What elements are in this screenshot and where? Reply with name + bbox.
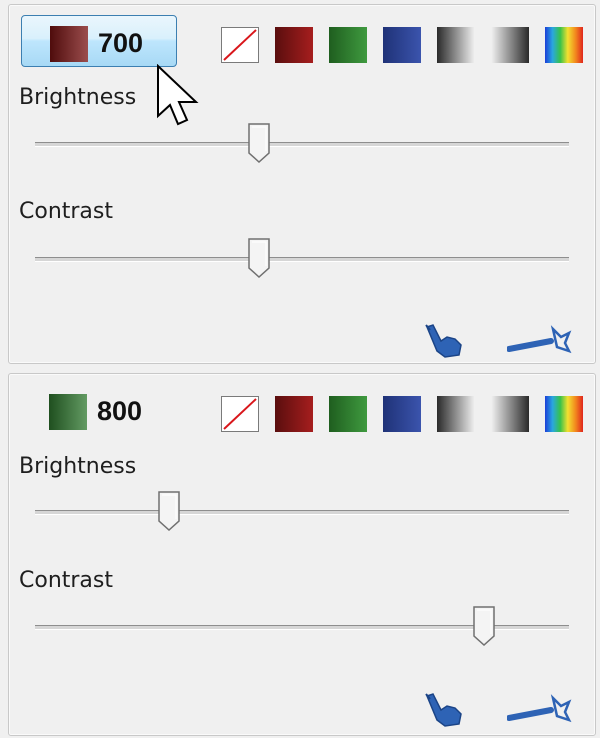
colormap-gray-reverse[interactable] xyxy=(491,396,529,432)
brightness-slider-thumb[interactable] xyxy=(248,123,271,163)
line-arrow-icon[interactable] xyxy=(507,694,573,724)
colormap-none[interactable] xyxy=(221,396,259,432)
channel-selector-button[interactable]: 700 xyxy=(21,15,177,67)
colormap-gray-reverse[interactable] xyxy=(491,27,529,63)
colormap-green[interactable] xyxy=(329,396,367,432)
brightness-slider-track[interactable] xyxy=(35,142,569,147)
brightness-slider-thumb[interactable] xyxy=(157,491,180,531)
brightness-label: Brightness xyxy=(19,85,137,110)
colormap-spectrum[interactable] xyxy=(545,396,583,432)
line-arrow-icon[interactable] xyxy=(507,325,573,355)
mouse-cursor-icon xyxy=(157,64,199,126)
no-color-icon xyxy=(223,29,257,61)
colormap-none[interactable] xyxy=(221,27,259,63)
colormap-red[interactable] xyxy=(275,27,313,63)
colormap-red[interactable] xyxy=(275,396,313,432)
contrast-slider-track[interactable] xyxy=(35,257,569,262)
contrast-slider-thumb[interactable] xyxy=(248,238,271,278)
brightness-slider-track[interactable] xyxy=(35,510,569,515)
pointer-hand-icon[interactable] xyxy=(423,323,465,359)
brightness-label: Brightness xyxy=(19,454,137,479)
channel-color-swatch xyxy=(49,394,87,430)
colormap-spectrum[interactable] xyxy=(545,27,583,63)
channel-value: 700 xyxy=(98,28,144,58)
channel-color-swatch xyxy=(50,26,88,62)
channel-panel-800: 800 Brightness Contrast xyxy=(8,373,596,736)
contrast-label: Contrast xyxy=(19,568,114,593)
channel-panel-700: 700 Brightness Contrast xyxy=(8,4,596,364)
channel-value: 800 xyxy=(97,396,143,426)
pointer-hand-icon[interactable] xyxy=(423,692,465,728)
colormap-gray[interactable] xyxy=(437,27,475,63)
colormap-gray[interactable] xyxy=(437,396,475,432)
colormap-green[interactable] xyxy=(329,27,367,63)
colormap-blue[interactable] xyxy=(383,27,421,63)
contrast-label: Contrast xyxy=(19,199,114,224)
channel-selector-button[interactable]: 800 xyxy=(21,384,177,436)
no-color-icon xyxy=(223,398,257,430)
colormap-blue[interactable] xyxy=(383,396,421,432)
contrast-slider-thumb[interactable] xyxy=(472,606,495,646)
